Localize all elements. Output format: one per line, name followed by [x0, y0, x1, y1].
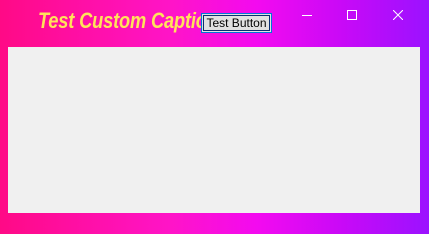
maximize-icon: [347, 10, 357, 20]
close-button[interactable]: [375, 0, 421, 30]
test-button[interactable]: Test Button: [201, 13, 272, 33]
maximize-button[interactable]: [329, 0, 375, 30]
close-icon: [393, 10, 403, 20]
client-area: [8, 47, 420, 213]
app-window: Test Custom Caption Test Button: [0, 0, 429, 234]
window-caption: Test Custom Caption: [38, 8, 218, 33]
minimize-icon: [302, 15, 312, 16]
minimize-button[interactable]: [284, 0, 330, 30]
